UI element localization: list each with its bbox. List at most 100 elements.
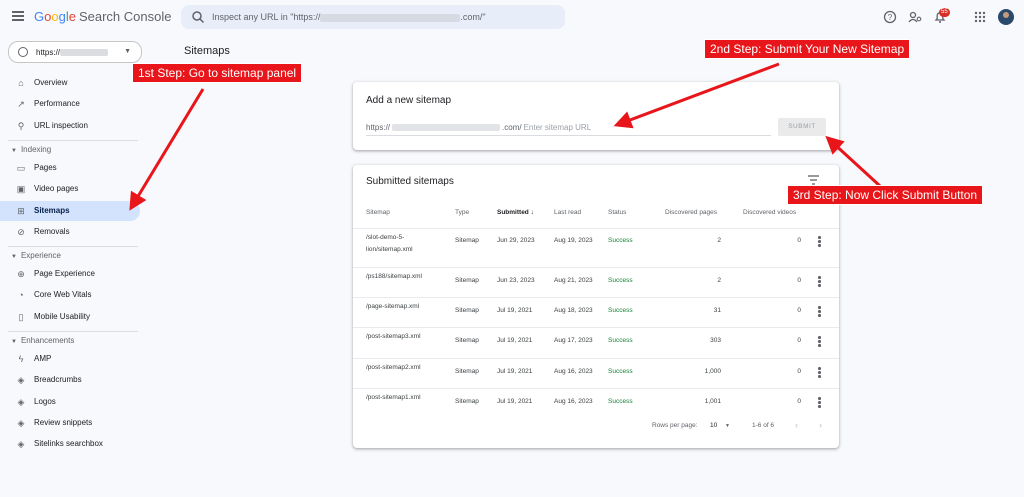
chevron-down-icon: ▼ — [11, 147, 17, 154]
layers-icon: ◈ — [17, 396, 25, 407]
sidebar-item-url-inspection[interactable]: ⚲ URL inspection — [0, 116, 140, 136]
sitemap-path: /post-sitemap2.xml — [366, 364, 421, 371]
discovered-videos-count: 0 — [797, 237, 801, 244]
sidebar-section-header[interactable]: ▼ Indexing — [11, 145, 51, 154]
sidebar-item-label: Overview — [34, 78, 68, 87]
sidebar-item-review-snippets[interactable]: ◈ Review snippets — [0, 413, 140, 433]
layers-icon: ◈ — [17, 417, 25, 428]
arrow-step1 — [129, 88, 205, 211]
more-vert-icon[interactable] — [818, 306, 822, 318]
sitemap-path: /ps188/sitemap.xml — [366, 273, 422, 280]
sidebar-item-core-web-vitals[interactable]: ◔ Core Web Vitals — [0, 285, 140, 305]
next-page-icon[interactable]: › — [819, 420, 822, 430]
prev-page-icon[interactable]: ‹ — [795, 420, 798, 430]
sitemap-url-prefix: https:// — [366, 123, 391, 132]
sidebar-item-label: Logos — [34, 396, 56, 406]
phone-icon: ▯ — [18, 311, 24, 322]
sidebar-item-performance[interactable]: ↗ Performance — [0, 94, 140, 114]
sitemap-type: Sitemap — [455, 337, 479, 344]
submitted-date: Jun 29, 2023 — [497, 237, 535, 244]
sidebar-item-pages[interactable]: ▭ Pages — [0, 158, 140, 178]
sidebar-item-logos[interactable]: ◈ Logos — [0, 392, 140, 412]
more-vert-icon[interactable] — [818, 397, 822, 409]
discovered-pages-count: 2 — [717, 277, 721, 284]
sidebar-item-overview[interactable]: ⌂ Overview — [0, 73, 140, 93]
plus-icon: ⊕ — [17, 269, 25, 280]
sidebar-item-label: Sitemaps — [34, 205, 70, 215]
bolt-icon: ϟ — [18, 354, 24, 364]
annotation-step2: 2nd Step: Submit Your New Sitemap — [705, 40, 910, 58]
sidebar-item-removals[interactable]: ⊘ Removals — [0, 222, 140, 242]
table-row[interactable]: /post-sitemap3.xml Sitemap Jul 19, 2021 Aug… — [353, 327, 839, 359]
annotation-step1: 1st Step: Go to sitemap panel — [133, 64, 302, 82]
sitemap-url-input[interactable]: Enter sitemap URL — [524, 123, 592, 132]
column-type-header[interactable]: Type — [455, 209, 469, 216]
status-cell: Success — [608, 398, 633, 405]
account-avatar[interactable] — [998, 9, 1014, 25]
discovered-pages-count: 31 — [713, 307, 721, 314]
logo-letter: e — [68, 9, 76, 24]
help-icon[interactable]: ? — [883, 10, 897, 24]
search-placeholder-prefix: Inspect any URL in "https:// — [212, 12, 321, 22]
manage-users-icon[interactable] — [908, 10, 922, 24]
sitemap-url-suffix: .com/ — [502, 123, 522, 132]
column-last-read-header[interactable]: Last read — [554, 209, 581, 216]
column-discovered-videos-header[interactable]: Discovered videos — [743, 209, 796, 216]
chevron-down-icon[interactable]: ▼ — [725, 423, 730, 429]
video-icon: ▣ — [16, 184, 26, 195]
sidebar-item-mobile-usability[interactable]: ▯ Mobile Usability — [0, 307, 140, 327]
more-vert-icon[interactable] — [818, 336, 822, 348]
sidebar-item-label: Page Experience — [34, 269, 95, 279]
column-header-label: Status — [608, 209, 627, 216]
column-header-label: Last read — [554, 209, 582, 216]
status-cell: Success — [608, 307, 633, 314]
discovered-videos-count: 0 — [797, 277, 801, 284]
table-row[interactable]: /post-sitemap1.xml Sitemap Jul 19, 2021 Aug… — [353, 388, 839, 419]
sitemap-icon: ⊞ — [17, 205, 25, 216]
property-url: https:// — [36, 48, 109, 57]
status-cell: Success — [608, 337, 633, 344]
add-sitemap-title: Add a new sitemap — [366, 95, 452, 106]
column-header-label: Discovered pages — [665, 209, 718, 216]
property-selector[interactable]: https:// ▼ — [8, 41, 142, 63]
sidebar-section-header[interactable]: ▼ Experience — [11, 251, 61, 260]
column-sitemap-header[interactable]: Sitemap — [366, 209, 390, 216]
sidebar-divider — [8, 331, 138, 332]
layers-icon: ◈ — [17, 439, 25, 450]
sitemap-type: Sitemap — [455, 237, 479, 244]
apps-grid-icon[interactable] — [973, 10, 987, 24]
sidebar-section-title: Experience — [20, 251, 61, 261]
column-submitted-header[interactable]: Submitted ↓ — [497, 209, 534, 216]
sidebar-item-label: Review snippets — [34, 417, 93, 427]
table-row[interactable]: /ps188/sitemap.xml Sitemap Jun 23, 2023 Aug… — [353, 267, 839, 298]
sidebar-item-sitemaps[interactable]: ⊞ Sitemaps — [0, 200, 140, 221]
sidebar-item-amp[interactable]: ϟ AMP — [0, 349, 140, 369]
table-row[interactable]: /page-sitemap.xml Sitemap Jul 19, 2021 Aug … — [353, 297, 839, 328]
column-status-header[interactable]: Status — [608, 209, 626, 216]
table-row[interactable]: /slot-demo-5-lion/sitemap.xml Sitemap Jun … — [353, 228, 839, 267]
menu-icon[interactable] — [12, 11, 24, 21]
annotation-step3: 3rd Step: Now Click Submit Button — [788, 186, 983, 204]
sidebar-item-video-pages[interactable]: ▣ Video pages — [0, 179, 140, 199]
url-inspection-search[interactable]: Inspect any URL in "https:// .com/" — [181, 5, 565, 29]
chevron-down-icon: ▼ — [11, 339, 17, 345]
page-title: Sitemaps — [184, 45, 230, 57]
sidebar-item-sitelinks-searchbox[interactable]: ◈ Sitelinks searchbox — [0, 434, 140, 454]
app-logo[interactable]: Google Search Console — [34, 9, 171, 24]
table-row[interactable]: /post-sitemap2.xml Sitemap Jul 19, 2021 Aug… — [353, 358, 839, 389]
more-vert-icon[interactable] — [818, 236, 822, 248]
sidebar-item-label: Core Web Vitals — [34, 290, 92, 300]
more-vert-icon[interactable] — [818, 367, 822, 379]
sitemap-url-field[interactable]: https:// .com/Enter sitemap URL — [366, 123, 591, 132]
sidebar-item-page-experience[interactable]: ⊕ Page Experience — [0, 264, 140, 284]
rows-per-page-select[interactable]: 10 — [710, 422, 717, 429]
submit-button[interactable]: SUBMIT — [778, 118, 826, 136]
sidebar-section-header[interactable]: ▼ Enhancements — [11, 336, 74, 345]
more-vert-icon[interactable] — [818, 276, 822, 288]
submitted-date: Jun 23, 2023 — [497, 277, 535, 284]
sitemap-type: Sitemap — [455, 307, 479, 314]
search-icon — [192, 11, 205, 24]
column-discovered-pages-header[interactable]: Discovered pages — [665, 209, 717, 216]
sidebar-item-breadcrumbs[interactable]: ◈ Breadcrumbs — [0, 370, 140, 390]
filter-icon[interactable] — [808, 175, 819, 185]
